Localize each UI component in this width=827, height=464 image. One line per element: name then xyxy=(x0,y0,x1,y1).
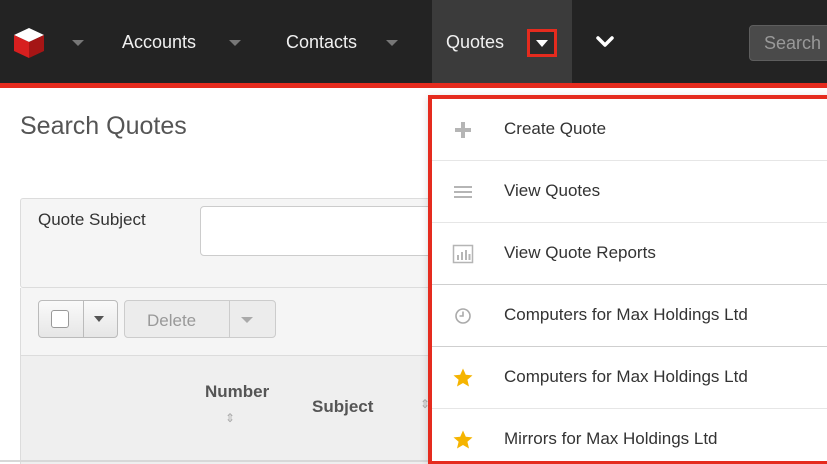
menu-item-favorite-quote[interactable]: Mirrors for Max Holdings Ltd xyxy=(432,409,827,464)
quote-subject-input[interactable] xyxy=(200,206,440,256)
select-all-button[interactable] xyxy=(38,300,118,338)
menu-item-recent-quote[interactable]: Computers for Max Holdings Ltd xyxy=(432,285,827,347)
list-icon xyxy=(454,186,472,198)
menu-item-label: View Quote Reports xyxy=(504,243,656,262)
list-header xyxy=(20,356,440,464)
caret-down-icon[interactable] xyxy=(94,316,104,322)
quotes-dropdown-toggle[interactable] xyxy=(527,29,557,57)
star-icon xyxy=(453,430,473,449)
menu-item-create-quote[interactable]: Create Quote xyxy=(432,99,827,161)
global-search-input[interactable] xyxy=(750,26,827,60)
global-search[interactable] xyxy=(749,25,827,61)
clock-icon xyxy=(455,308,471,324)
menu-item-view-quotes[interactable]: View Quotes xyxy=(432,161,827,223)
divider xyxy=(83,301,84,337)
page-title: Search Quotes xyxy=(20,112,187,140)
menu-item-label: Mirrors for Max Holdings Ltd xyxy=(504,429,718,448)
app-logo-icon[interactable] xyxy=(12,26,46,60)
contacts-caret-icon[interactable] xyxy=(386,40,398,46)
sort-icon[interactable]: ⇕ xyxy=(225,412,235,424)
menu-item-view-quote-reports[interactable]: View Quote Reports xyxy=(432,223,827,285)
logo-caret-icon[interactable] xyxy=(72,40,84,46)
nav-accent-bar xyxy=(0,83,827,88)
column-header-subject[interactable]: Subject xyxy=(312,397,373,417)
bar-chart-icon xyxy=(452,244,474,264)
divider xyxy=(229,301,230,337)
menu-item-label: Computers for Max Holdings Ltd xyxy=(504,367,748,386)
accounts-caret-icon[interactable] xyxy=(229,40,241,46)
caret-down-icon xyxy=(536,40,548,47)
select-all-checkbox[interactable] xyxy=(51,310,69,328)
delete-label: Delete xyxy=(147,311,197,330)
nav-quotes[interactable]: Quotes xyxy=(446,32,504,53)
star-icon xyxy=(453,368,473,387)
chevron-down-icon[interactable] xyxy=(594,32,616,52)
quotes-dropdown-menu: Create Quote View Quotes View Quote Repo… xyxy=(428,95,827,464)
menu-item-label: Computers for Max Holdings Ltd xyxy=(504,305,748,324)
divider xyxy=(0,460,440,462)
nav-contacts[interactable]: Contacts xyxy=(286,32,357,53)
column-header-number[interactable]: Number xyxy=(205,382,269,402)
caret-down-icon[interactable] xyxy=(241,317,253,323)
menu-item-label: View Quotes xyxy=(504,181,601,200)
nav-accounts[interactable]: Accounts xyxy=(122,32,196,53)
plus-icon xyxy=(455,122,471,138)
menu-item-favorite-quote[interactable]: Computers for Max Holdings Ltd xyxy=(432,347,827,409)
menu-item-label: Create Quote xyxy=(504,119,607,138)
quote-subject-label: Quote Subject xyxy=(38,210,146,229)
delete-button[interactable]: Delete xyxy=(124,300,276,338)
